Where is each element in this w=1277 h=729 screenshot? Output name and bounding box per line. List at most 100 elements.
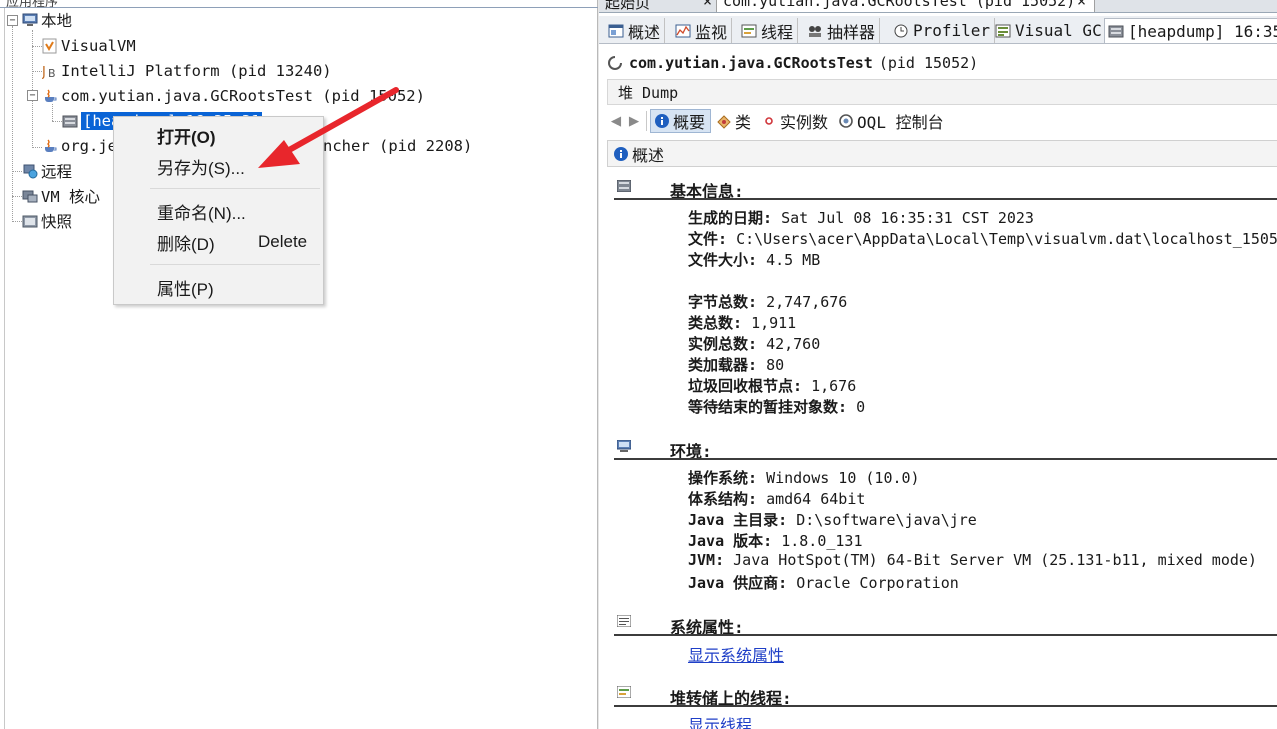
tree-label: VM 核心 [41,188,100,206]
menu-item-open[interactable]: 打开(O) [115,121,322,149]
tab-monitor[interactable]: 监视 [672,18,733,43]
tab-start-page[interactable]: 起始页 × [599,0,717,12]
overview-icon [608,23,624,39]
tab-label: Visual GC [1015,21,1102,40]
view-tabs: 概述 监视 线程 抽样器 Profiler Visual GC [heapdum… [599,16,1277,44]
field-value: Java HotSpot(TM) 64-Bit Server VM (25.13… [733,551,1257,569]
tree-label: IntelliJ Platform (pid 13240) [61,62,332,80]
field-value: 4.5 MB [766,251,821,269]
menu-label: 另存为(S)... [157,158,245,178]
tab-label: 起始页 [605,0,651,12]
subtab-instances[interactable]: 实例数 [758,109,833,133]
field-key: 文件大小: [688,251,758,269]
show-threads-link[interactable]: 显示线程 [688,712,752,729]
tree-guide [12,171,22,172]
tree-item-gcrootstest[interactable]: com.yutian.java.GCRootsTest (pid 15052) [42,85,425,107]
subtab-summary[interactable]: 概要 [650,109,712,133]
overview-section-header: 概述 [607,140,1277,167]
tab-sampler[interactable]: 抽样器 [804,18,881,43]
sampler-icon [807,23,823,39]
field-value: C:\Users\acer\AppData\Local\Temp\visualv… [736,230,1277,248]
close-icon[interactable]: × [703,0,712,10]
tree-item-launcher[interactable]: org.je [42,135,117,157]
tree-item-launcher-tail: ncher (pid 2208) [323,135,472,157]
menu-separator [150,188,320,189]
heap-dump-toolbar: ◀ ▶ 概要 类 实例数 OQL 控制台 [607,107,1277,135]
field-value: 1.8.0_131 [781,532,863,550]
basic-total-instances: 实例总数: 42,760 [688,333,820,354]
basic-pending-finalization: 等待结束的暂挂对象数: 0 [688,396,865,417]
close-icon[interactable]: × [1077,0,1086,10]
basic-file: 文件: C:\Users\acer\AppData\Local\Temp\vis… [688,228,1277,249]
back-arrow-icon[interactable]: ◀ [607,111,625,131]
panel-border [4,8,5,729]
forward-arrow-icon[interactable]: ▶ [625,111,643,131]
show-system-properties-link[interactable]: 显示系统属性 [688,642,784,666]
tree-item-vm-core[interactable]: VM 核心 [22,185,100,207]
field-key: Java 版本: [688,532,773,550]
tree-item-intellij[interactable]: JB IntelliJ Platform (pid 13240) [41,60,332,82]
tree-item-visualvm[interactable]: VisualVM [42,35,136,57]
java-cup-icon [42,88,58,104]
field-value: 0 [856,398,866,416]
menu-item-save-as[interactable]: 另存为(S)... [115,152,322,180]
oql-icon [838,113,854,129]
heap-dump-header: 堆 Dump [607,79,1277,105]
subtab-oql[interactable]: OQL 控制台 [835,109,949,133]
field-value: D:\software\java\jre [796,511,977,529]
tab-profiler[interactable]: Profiler [890,18,996,43]
env-java-version: Java 版本: 1.8.0_131 [688,530,863,551]
tab-label: com.yutian.java.GCRootsTest (pid 15052) [723,0,1076,10]
basic-classloaders: 类加载器: 80 [688,354,784,375]
profiler-clock-icon [893,23,909,39]
tree-item-remote[interactable]: 远程 [22,160,72,182]
basic-total-classes: 类总数: 1,911 [688,312,796,333]
svg-text:B: B [48,67,56,79]
tree-label: VisualVM [61,37,136,55]
tab-visual-gc[interactable]: Visual GC [992,18,1107,43]
field-value: amd64 64bit [766,490,866,508]
section-divider [614,198,1277,200]
field-key: 类加载器: [688,356,758,374]
field-value: Oracle Corporation [796,574,959,592]
subtab-classes[interactable]: 类 [713,109,756,133]
menu-item-properties[interactable]: 属性(P) [115,273,322,301]
tab-overview[interactable]: 概述 [605,18,666,43]
section-divider [614,458,1277,460]
classes-icon [716,113,732,129]
tree-item-local[interactable]: 本地 [22,9,72,31]
field-key: 字节总数: [688,293,758,311]
tab-threads[interactable]: 线程 [738,18,799,43]
visualvm-icon [42,38,58,54]
monitor-chart-icon [675,23,691,39]
menu-label: 重命名(N)... [157,203,246,223]
tree-guide [12,221,22,222]
tab-gcrootstest[interactable]: com.yutian.java.GCRootsTest (pid 15052) … [717,0,1095,12]
process-title: com.yutian.java.GCRootsTest (pid 15052) [607,52,978,74]
field-key: 类总数: [688,314,743,332]
collapse-process-icon[interactable]: − [27,90,38,101]
tab-heapdump[interactable]: [heapdump] 16:35:31 [1104,18,1277,43]
subtab-label: 类 [735,113,752,132]
basic-total-bytes: 字节总数: 2,747,676 [688,291,847,312]
tree-label: 快照 [41,213,73,231]
computer-icon [617,440,631,452]
env-os: 操作系统: Windows 10 (10.0) [688,467,920,488]
subtab-label: OQL 控制台 [857,113,944,132]
tree-item-snapshots[interactable]: 快照 [22,210,72,232]
menu-item-rename[interactable]: 重命名(N)... [115,197,322,225]
collapse-local-icon[interactable]: − [7,15,18,26]
field-value: 42,760 [766,335,821,353]
tab-label: 线程 [761,22,794,42]
field-key: 生成的日期: [688,209,773,227]
env-java-vendor: Java 供应商: Oracle Corporation [688,572,959,593]
field-key: Java 主目录: [688,511,788,529]
instances-dot-icon [761,113,777,129]
computer-icon [22,12,38,28]
threads-icon [741,23,757,39]
document-tabs: 起始页 × com.yutian.java.GCRootsTest (pid 1… [599,0,1277,13]
overview-title: 概述 [632,145,665,165]
menu-item-delete[interactable]: 删除(D) Delete [115,228,322,256]
tree-guide [12,26,13,222]
info-icon [654,113,670,129]
